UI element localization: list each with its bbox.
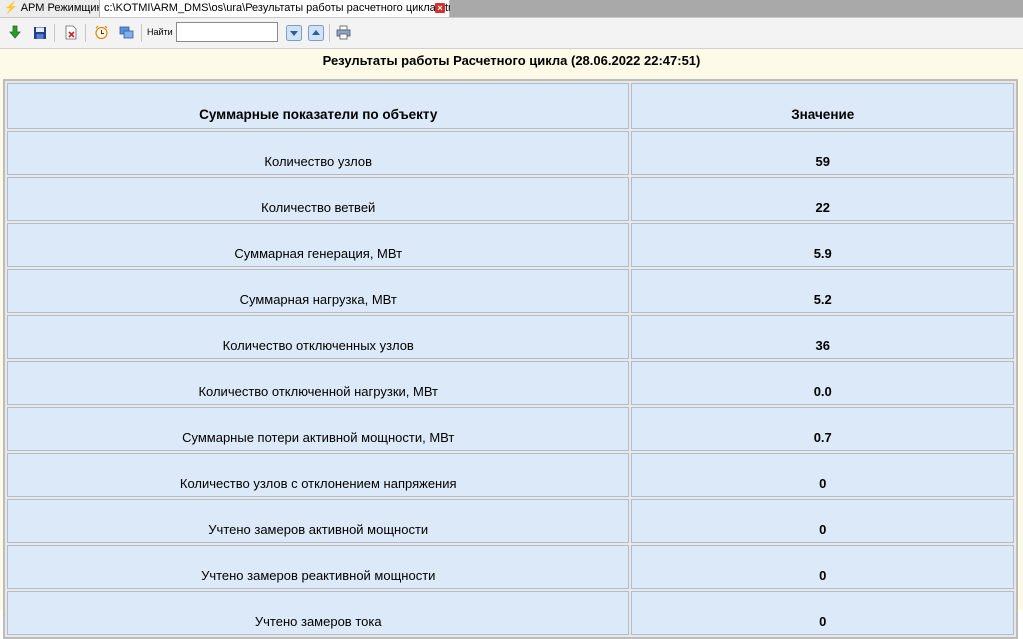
toolbar-separator (141, 24, 142, 42)
row-label: Количество ветвей (7, 177, 630, 221)
row-value: 59 (631, 131, 1014, 175)
toolbar-separator (54, 24, 55, 42)
find-previous-up-icon[interactable] (307, 24, 324, 41)
table-row: Количество отключенной нагрузки, МВт 0.0 (7, 361, 1014, 405)
tab-bar: ⚡ АРМ Режимщика c:\KOTMI\ARM_DMS\os\ura\Р… (0, 0, 1023, 18)
tab-app-label: АРМ Режимщика (20, 2, 108, 14)
row-value: 22 (631, 177, 1014, 221)
find-label: Найти (147, 27, 173, 37)
table-row: Количество узлов 59 (7, 131, 1014, 175)
row-value: 0 (631, 545, 1014, 589)
header-indicator: Суммарные показатели по объекту (7, 83, 630, 129)
close-tab-icon[interactable]: × (435, 3, 445, 13)
toolbar-separator (85, 24, 86, 42)
row-value: 0 (631, 591, 1014, 635)
tab-report[interactable]: c:\KOTMI\ARM_DMS\os\ura\Результаты работ… (99, 0, 460, 17)
row-value: 5.9 (631, 223, 1014, 267)
lightning-icon: ⚡ (4, 2, 18, 14)
schedule-icon[interactable] (93, 24, 110, 41)
table-row: Суммарные потери активной мощности, МВт … (7, 407, 1014, 451)
row-value: 5.2 (631, 269, 1014, 313)
table-row: Суммарная нагрузка, МВт 5.2 (7, 269, 1014, 313)
download-icon[interactable] (6, 24, 23, 41)
table-header-row: Суммарные показатели по объекту Значение (7, 83, 1014, 129)
find-input[interactable] (176, 22, 278, 42)
table-row: Учтено замеров активной мощности 0 (7, 499, 1014, 543)
toolbar-separator (329, 24, 330, 42)
tab-bar-empty (450, 0, 1023, 17)
row-label: Учтено замеров реактивной мощности (7, 545, 630, 589)
toolbar: Найти (0, 18, 1023, 49)
row-label: Количество узлов с отклонением напряжени… (7, 453, 630, 497)
refresh-icon[interactable] (118, 24, 135, 41)
row-label: Суммарная генерация, МВт (7, 223, 630, 267)
row-label: Количество отключенных узлов (7, 315, 630, 359)
header-value: Значение (631, 83, 1014, 129)
tab-app[interactable]: ⚡ АРМ Режимщика (0, 0, 108, 17)
report-title: Результаты работы Расчетного цикла (28.0… (322, 53, 701, 68)
report-content: Результаты работы Расчетного цикла (28.0… (0, 49, 1023, 639)
table-row: Учтено замеров тока 0 (7, 591, 1014, 635)
table-row: Суммарная генерация, МВт 5.9 (7, 223, 1014, 267)
row-value: 0.7 (631, 407, 1014, 451)
row-value: 0.0 (631, 361, 1014, 405)
delete-file-icon[interactable] (62, 24, 79, 41)
find-next-down-icon[interactable] (285, 24, 302, 41)
row-label: Количество отключенной нагрузки, МВт (7, 361, 630, 405)
table-row: Количество отключенных узлов 36 (7, 315, 1014, 359)
row-value: 36 (631, 315, 1014, 359)
tab-report-label: c:\KOTMI\ARM_DMS\os\ura\Результаты работ… (104, 2, 460, 14)
report-table: Суммарные показатели по объекту Значение… (3, 79, 1018, 639)
row-label: Суммарная нагрузка, МВт (7, 269, 630, 313)
row-value: 0 (631, 453, 1014, 497)
save-icon[interactable] (31, 24, 48, 41)
table-row: Количество ветвей 22 (7, 177, 1014, 221)
row-label: Количество узлов (7, 131, 630, 175)
print-icon[interactable] (335, 24, 352, 41)
table-row: Учтено замеров реактивной мощности 0 (7, 545, 1014, 589)
row-value: 0 (631, 499, 1014, 543)
table-row: Количество узлов с отклонением напряжени… (7, 453, 1014, 497)
row-label: Учтено замеров тока (7, 591, 630, 635)
row-label: Учтено замеров активной мощности (7, 499, 630, 543)
row-label: Суммарные потери активной мощности, МВт (7, 407, 630, 451)
